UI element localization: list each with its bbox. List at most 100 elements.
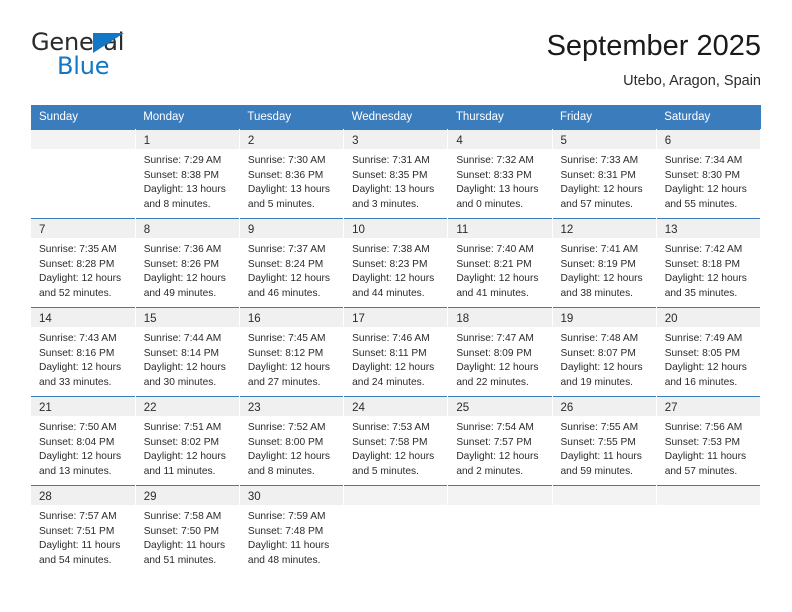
calendar-week-row: 14 Sunrise: 7:43 AM Sunset: 8:16 PM Dayligh…: [31, 307, 762, 397]
day-info-line: Sunset: 7:50 PM: [143, 525, 220, 537]
day-info-line: Daylight: 12 hours: [664, 362, 747, 374]
day-info-line: Sunrise: 7:44 AM: [143, 333, 222, 344]
day-info-line: Daylight: 12 hours: [143, 273, 226, 285]
generalblue-logo[interactable]: General Blue: [31, 28, 231, 88]
calendar-day-cell[interactable]: 23 Sunrise: 7:52 AM Sunset: 8:00 PM Dayligh…: [239, 396, 345, 486]
day-info-line: Daylight: 12 hours: [247, 451, 331, 463]
day-info-line: Daylight: 12 hours: [39, 362, 122, 374]
day-cell-details: Sunrise: 7:52 AM Sunset: 8:00 PM Daylight:…: [240, 416, 343, 479]
day-cell-details: Sunrise: 7:56 AM Sunset: 7:53 PM Daylight:…: [657, 416, 760, 479]
day-cell-details: Sunrise: 7:48 AM Sunset: 8:07 PM Daylight:…: [553, 327, 656, 390]
day-number: 1: [143, 135, 151, 147]
day-number-band: 29: [135, 486, 239, 505]
calendar-day-cell[interactable]: 16 Sunrise: 7:45 AM Sunset: 8:12 PM Dayligh…: [239, 307, 345, 397]
day-number-band: 14: [31, 308, 135, 327]
day-info-line: and 30 minutes.: [143, 376, 217, 388]
day-number-band: 1: [135, 130, 239, 149]
day-info-line: Daylight: 12 hours: [39, 273, 122, 285]
day-info-line: Daylight: 11 hours: [664, 451, 747, 463]
day-info-line: Sunset: 8:11 PM: [352, 347, 427, 359]
calendar-day-cell[interactable]: 21 Sunrise: 7:50 AM Sunset: 8:04 PM Dayligh…: [31, 396, 136, 486]
day-number: 5: [560, 135, 567, 147]
day-info-line: Sunrise: 7:48 AM: [560, 333, 639, 344]
calendar-day-cell[interactable]: 15 Sunrise: 7:44 AM Sunset: 8:14 PM Dayligh…: [135, 307, 240, 397]
day-number: 10: [352, 224, 365, 236]
calendar-day-cell-empty: [343, 485, 449, 575]
day-number: 2: [247, 135, 255, 147]
day-number-band: 25: [448, 397, 552, 416]
calendar-day-cell[interactable]: 26 Sunrise: 7:55 AM Sunset: 7:55 PM Dayligh…: [552, 396, 657, 486]
day-info-line: Sunrise: 7:54 AM: [456, 422, 534, 433]
calendar-day-cell[interactable]: 1 Sunrise: 7:29 AM Sunset: 8:38 PM Daylight…: [135, 129, 240, 219]
day-number-band: 23: [239, 397, 344, 416]
day-info-line: and 48 minutes.: [247, 554, 321, 566]
page-title: September 2025: [546, 30, 761, 62]
day-info-line: Daylight: 13 hours: [143, 184, 226, 196]
weekday-header-row: Sunday Monday Tuesday Wednesday Thursday Frid…: [31, 105, 761, 130]
calendar-page: General Blue September 2025 Utebo, Arago…: [0, 0, 792, 612]
calendar-day-cell[interactable]: 3 Sunrise: 7:31 AM Sunset: 8:35 PM Daylight…: [343, 129, 449, 219]
calendar-day-cell[interactable]: 29 Sunrise: 7:58 AM Sunset: 7:50 PM Dayligh…: [135, 485, 240, 575]
calendar-day-cell[interactable]: 4 Sunrise: 7:32 AM Sunset: 8:33 PM Daylight…: [447, 129, 553, 219]
day-info-line: Sunset: 8:28 PM: [39, 258, 115, 270]
day-info-line: and 52 minutes.: [39, 287, 112, 299]
day-info-line: Sunset: 7:57 PM: [456, 436, 532, 448]
day-info-line: Sunrise: 7:38 AM: [352, 244, 430, 255]
calendar-day-cell[interactable]: 13 Sunrise: 7:42 AM Sunset: 8:18 PM Dayligh…: [656, 218, 762, 308]
calendar-day-cell[interactable]: 18 Sunrise: 7:47 AM Sunset: 8:09 PM Dayligh…: [447, 307, 553, 397]
calendar-day-cell[interactable]: 25 Sunrise: 7:54 AM Sunset: 7:57 PM Dayligh…: [447, 396, 553, 486]
calendar-day-cell[interactable]: 20 Sunrise: 7:49 AM Sunset: 8:05 PM Dayligh…: [656, 307, 762, 397]
calendar-day-cell[interactable]: 7 Sunrise: 7:35 AM Sunset: 8:28 PM Daylight…: [31, 218, 136, 308]
day-info-line: Sunset: 8:05 PM: [664, 347, 741, 359]
day-info-line: Sunset: 8:35 PM: [352, 169, 428, 181]
calendar-day-cell[interactable]: 12 Sunrise: 7:41 AM Sunset: 8:19 PM Dayligh…: [552, 218, 657, 308]
day-info-line: Daylight: 13 hours: [352, 184, 435, 196]
day-info-line: Sunrise: 7:29 AM: [143, 155, 222, 166]
day-cell-details: Sunrise: 7:37 AM Sunset: 8:24 PM Daylight:…: [240, 238, 343, 301]
calendar-day-cell[interactable]: 22 Sunrise: 7:51 AM Sunset: 8:02 PM Dayligh…: [135, 396, 240, 486]
day-info-line: Sunrise: 7:35 AM: [39, 244, 117, 255]
day-info-line: Sunrise: 7:41 AM: [560, 244, 639, 255]
calendar-day-cell[interactable]: 2 Sunrise: 7:30 AM Sunset: 8:36 PM Daylight…: [239, 129, 345, 219]
calendar-week-row: 7 Sunrise: 7:35 AM Sunset: 8:28 PM Daylight…: [31, 218, 762, 308]
day-info-line: Daylight: 11 hours: [247, 540, 330, 552]
day-number-band: 2: [239, 130, 344, 149]
day-info-line: Sunrise: 7:31 AM: [352, 155, 430, 166]
day-info-line: Daylight: 11 hours: [39, 540, 121, 552]
calendar-day-cell[interactable]: 27 Sunrise: 7:56 AM Sunset: 7:53 PM Dayligh…: [656, 396, 762, 486]
weekday-header-wednesday: Wednesday: [343, 105, 448, 130]
calendar-day-cell[interactable]: 19 Sunrise: 7:48 AM Sunset: 8:07 PM Dayligh…: [552, 307, 657, 397]
day-info-line: Sunset: 7:51 PM: [39, 525, 115, 537]
calendar-day-cell[interactable]: 5 Sunrise: 7:33 AM Sunset: 8:31 PM Daylight…: [552, 129, 657, 219]
calendar-day-cell[interactable]: 28 Sunrise: 7:57 AM Sunset: 7:51 PM Dayligh…: [31, 485, 136, 575]
day-info-line: and 5 minutes.: [352, 465, 419, 477]
calendar-day-cell[interactable]: 11 Sunrise: 7:40 AM Sunset: 8:21 PM Dayligh…: [447, 218, 553, 308]
day-number-band: [656, 486, 760, 505]
day-info-line: and 49 minutes.: [143, 287, 217, 299]
calendar-day-cell[interactable]: 14 Sunrise: 7:43 AM Sunset: 8:16 PM Dayligh…: [31, 307, 136, 397]
day-cell-details: Sunrise: 7:40 AM Sunset: 8:21 PM Daylight:…: [448, 238, 551, 301]
day-info-line: Daylight: 12 hours: [247, 273, 331, 285]
weekday-header-monday: Monday: [135, 105, 240, 130]
day-info-line: Sunrise: 7:42 AM: [664, 244, 743, 255]
day-info-line: Daylight: 12 hours: [664, 184, 747, 196]
calendar-day-cell[interactable]: 17 Sunrise: 7:46 AM Sunset: 8:11 PM Dayligh…: [343, 307, 449, 397]
day-info-line: Sunset: 8:36 PM: [247, 169, 324, 181]
day-cell-details: Sunrise: 7:55 AM Sunset: 7:55 PM Daylight:…: [553, 416, 656, 479]
calendar-day-cell[interactable]: 8 Sunrise: 7:36 AM Sunset: 8:26 PM Daylight…: [135, 218, 240, 308]
calendar-day-cell[interactable]: 10 Sunrise: 7:38 AM Sunset: 8:23 PM Dayligh…: [343, 218, 449, 308]
calendar-day-cell[interactable]: 24 Sunrise: 7:53 AM Sunset: 7:58 PM Dayligh…: [343, 396, 449, 486]
weekday-header-friday: Friday: [552, 105, 657, 130]
calendar-day-cell[interactable]: 9 Sunrise: 7:37 AM Sunset: 8:24 PM Daylight…: [239, 218, 345, 308]
day-info-line: Sunset: 8:00 PM: [247, 436, 324, 448]
day-info-line: Sunrise: 7:59 AM: [247, 511, 326, 522]
day-info-line: and 22 minutes.: [456, 376, 529, 388]
calendar-day-cell[interactable]: 30 Sunrise: 7:59 AM Sunset: 7:48 PM Dayligh…: [239, 485, 345, 575]
day-info-line: Sunset: 8:07 PM: [560, 347, 636, 359]
day-info-line: and 33 minutes.: [39, 376, 112, 388]
day-cell-details: Sunrise: 7:30 AM Sunset: 8:36 PM Daylight:…: [240, 149, 343, 212]
day-cell-details: Sunrise: 7:44 AM Sunset: 8:14 PM Daylight:…: [136, 327, 239, 390]
day-number: 22: [143, 402, 157, 414]
day-info-line: Daylight: 12 hours: [664, 273, 747, 285]
calendar-day-cell[interactable]: 6 Sunrise: 7:34 AM Sunset: 8:30 PM Daylight…: [656, 129, 762, 219]
